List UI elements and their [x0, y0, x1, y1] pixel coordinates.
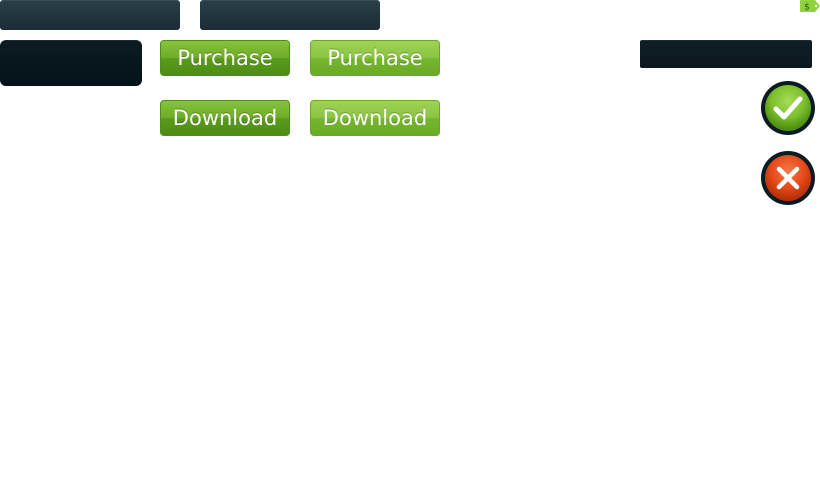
- price-tag-icon: $: [800, 0, 820, 12]
- ui-asset-sheet: Purchase Purchase Download Download $: [0, 0, 820, 500]
- purchase-button-hover[interactable]: Purchase: [310, 40, 440, 76]
- close-icon[interactable]: [760, 150, 816, 206]
- dark-input-bar: [640, 40, 812, 68]
- dark-header-bar-hover: [200, 0, 380, 30]
- download-button-hover[interactable]: Download: [310, 100, 440, 136]
- dark-panel: [0, 40, 142, 86]
- purchase-button[interactable]: Purchase: [160, 40, 290, 76]
- download-button[interactable]: Download: [160, 100, 290, 136]
- checkmark-icon[interactable]: [760, 80, 816, 136]
- dark-header-bar: [0, 0, 180, 30]
- price-tag-symbol: $: [804, 3, 810, 13]
